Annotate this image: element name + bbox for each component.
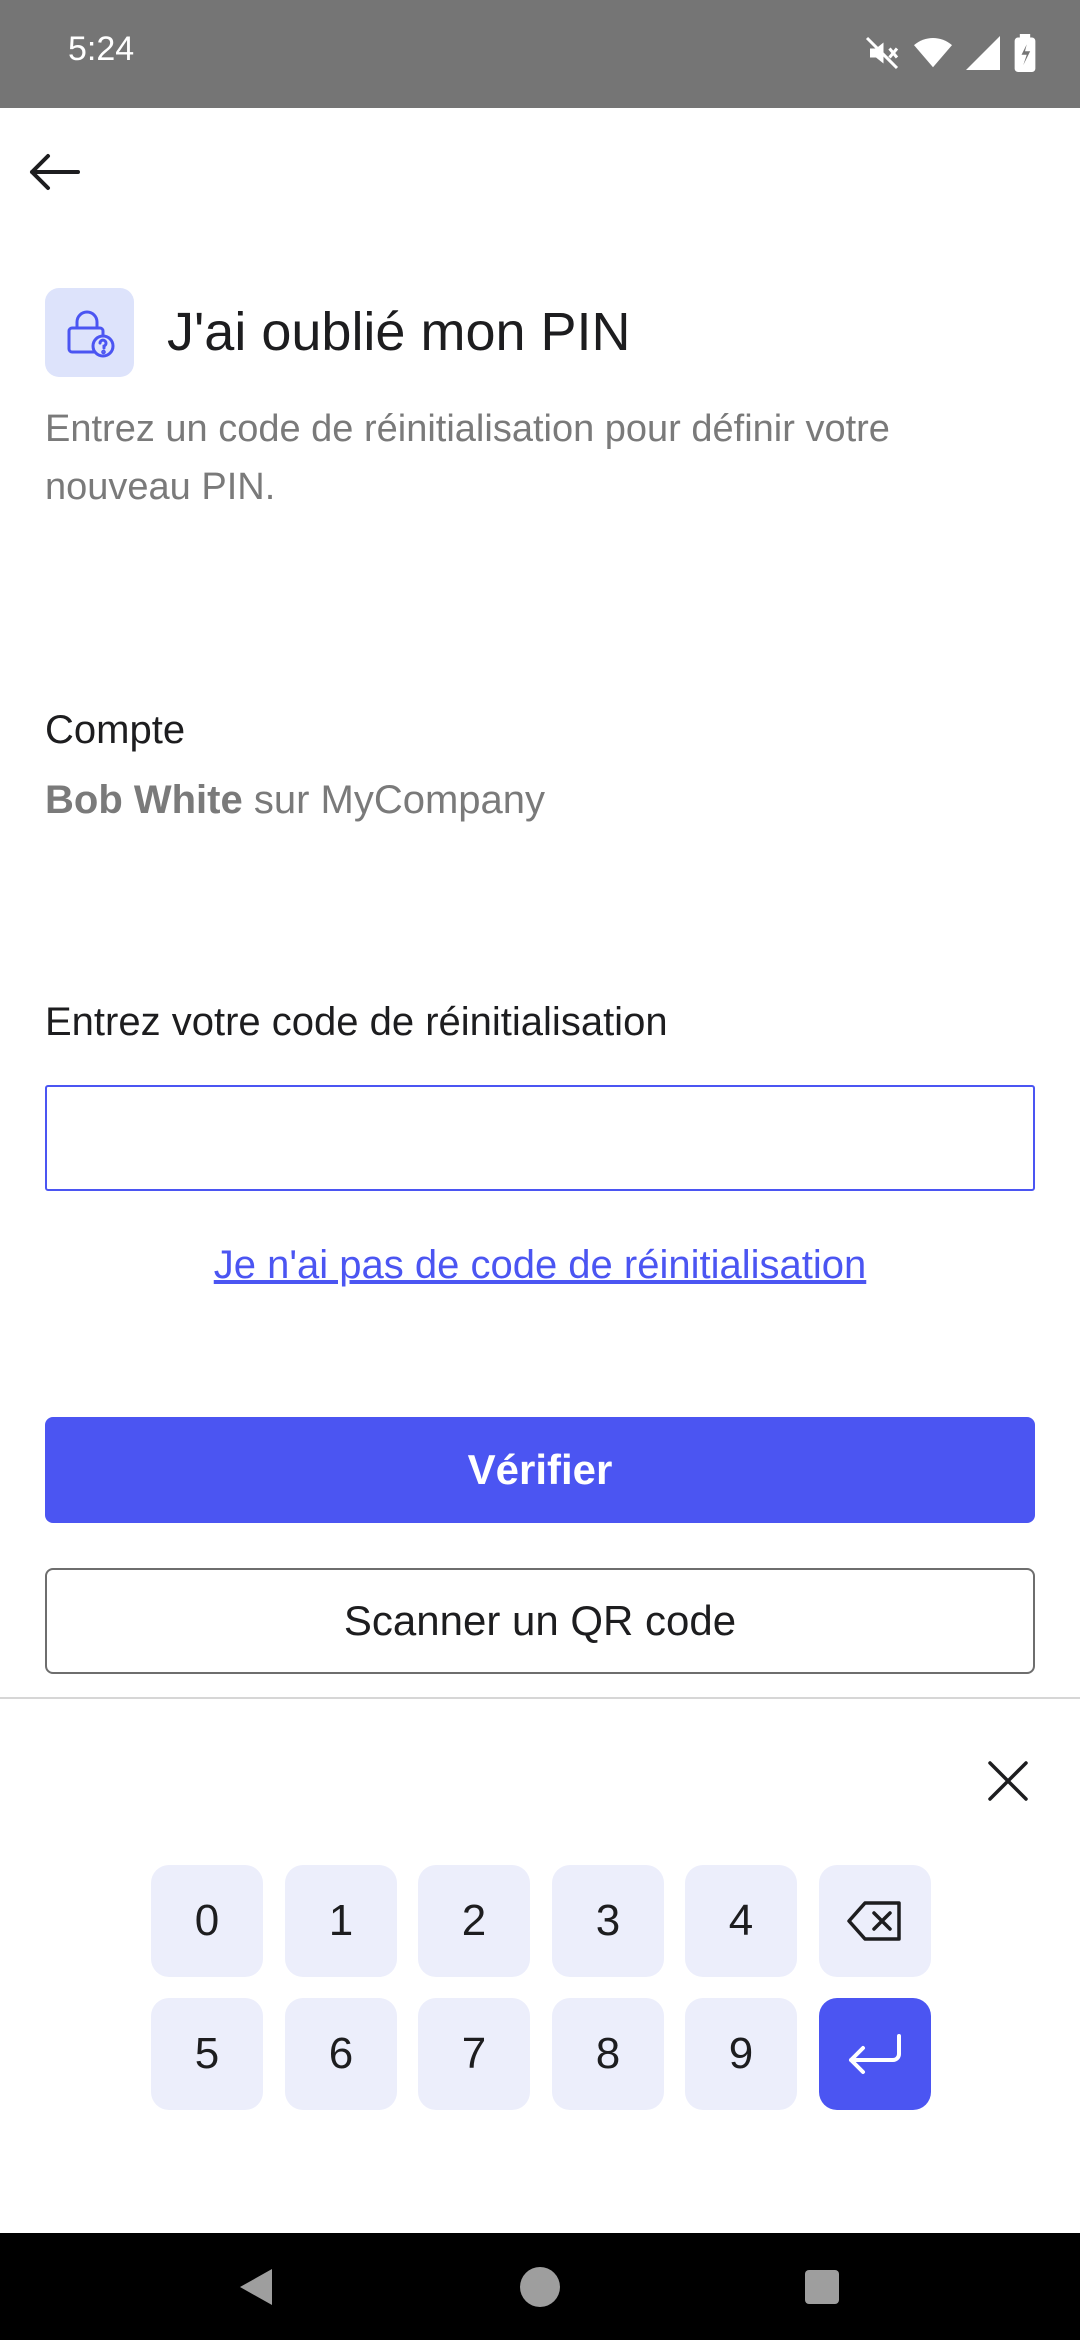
lock-question-icon-badge xyxy=(45,288,134,377)
nav-recents-icon xyxy=(805,2270,839,2304)
account-value: Bob White sur MyCompany xyxy=(45,778,545,823)
key-7[interactable]: 7 xyxy=(418,1998,530,2110)
backspace-key[interactable] xyxy=(819,1865,931,1977)
reset-code-label: Entrez votre code de réinitialisation xyxy=(45,1000,668,1044)
page-subtitle: Entrez un code de réinitialisation pour … xyxy=(45,408,890,508)
no-reset-code-link[interactable]: Je n'ai pas de code de réinitialisation xyxy=(0,1243,1080,1288)
system-nav-bar xyxy=(0,2233,1080,2340)
battery-icon xyxy=(1014,34,1036,72)
backspace-icon xyxy=(847,1901,901,1941)
key-9[interactable]: 9 xyxy=(685,1998,797,2110)
nav-home-icon xyxy=(520,2267,560,2307)
back-arrow-icon xyxy=(30,154,80,190)
wifi-icon xyxy=(914,36,952,70)
keypad-panel: 0 1 2 3 4 5 6 7 8 9 xyxy=(0,1697,1080,2233)
status-icons xyxy=(864,34,1036,72)
enter-icon xyxy=(849,2034,901,2074)
signal-icon xyxy=(966,36,1000,70)
status-time: 5:24 xyxy=(68,30,135,68)
close-icon xyxy=(988,1761,1028,1801)
key-5[interactable]: 5 xyxy=(151,1998,263,2110)
reset-code-input[interactable] xyxy=(45,1085,1035,1191)
verify-button[interactable]: Vérifier xyxy=(45,1417,1035,1523)
scan-qr-button[interactable]: Scanner un QR code xyxy=(45,1568,1035,1674)
nav-home-button[interactable] xyxy=(508,2255,572,2319)
key-1[interactable]: 1 xyxy=(285,1865,397,1977)
keypad-close-button[interactable] xyxy=(976,1749,1040,1813)
enter-key[interactable] xyxy=(819,1998,931,2110)
nav-recents-button[interactable] xyxy=(790,2255,854,2319)
lock-question-icon xyxy=(67,310,114,357)
page-title: J'ai oublié mon PIN xyxy=(167,302,631,362)
account-label: Compte xyxy=(45,708,186,752)
key-2[interactable]: 2 xyxy=(418,1865,530,1977)
account-name: Bob White xyxy=(45,778,243,822)
status-bar: 5:24 xyxy=(0,0,1080,108)
key-4[interactable]: 4 xyxy=(685,1865,797,1977)
back-button[interactable] xyxy=(22,140,86,204)
key-8[interactable]: 8 xyxy=(552,1998,664,2110)
nav-back-icon xyxy=(240,2269,272,2305)
key-3[interactable]: 3 xyxy=(552,1865,664,1977)
key-6[interactable]: 6 xyxy=(285,1998,397,2110)
key-0[interactable]: 0 xyxy=(151,1865,263,1977)
account-company: sur MyCompany xyxy=(242,778,546,822)
mute-icon xyxy=(864,35,900,71)
nav-back-button[interactable] xyxy=(224,2255,288,2319)
